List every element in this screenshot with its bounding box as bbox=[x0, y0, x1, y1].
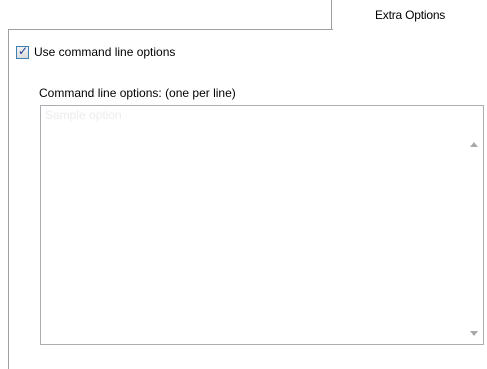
cmdline-options-placeholder: Sample option bbox=[45, 108, 122, 122]
tab-extra-options-label: Extra Options bbox=[375, 8, 446, 22]
chevron-up-icon[interactable] bbox=[470, 142, 478, 147]
chevron-down-icon[interactable] bbox=[470, 331, 478, 336]
use-cmdline-options-checkbox[interactable]: ✓ bbox=[16, 43, 29, 59]
panel-border-top bbox=[8, 29, 333, 30]
textarea-scrollbar[interactable] bbox=[466, 106, 483, 344]
tab-extra-options[interactable]: Extra Options bbox=[332, 0, 482, 30]
cmdline-options-label: Command line options: (one per line) bbox=[39, 86, 236, 100]
use-cmdline-options-label[interactable]: Use command line options bbox=[34, 45, 175, 59]
previous-tab[interactable] bbox=[120, 0, 332, 30]
checkmark-icon: ✓ bbox=[18, 43, 29, 58]
panel-border-left bbox=[8, 29, 9, 369]
cmdline-options-textarea[interactable]: Sample option bbox=[40, 105, 484, 345]
use-cmdline-options-row[interactable]: ✓ Use command line options bbox=[16, 43, 175, 59]
